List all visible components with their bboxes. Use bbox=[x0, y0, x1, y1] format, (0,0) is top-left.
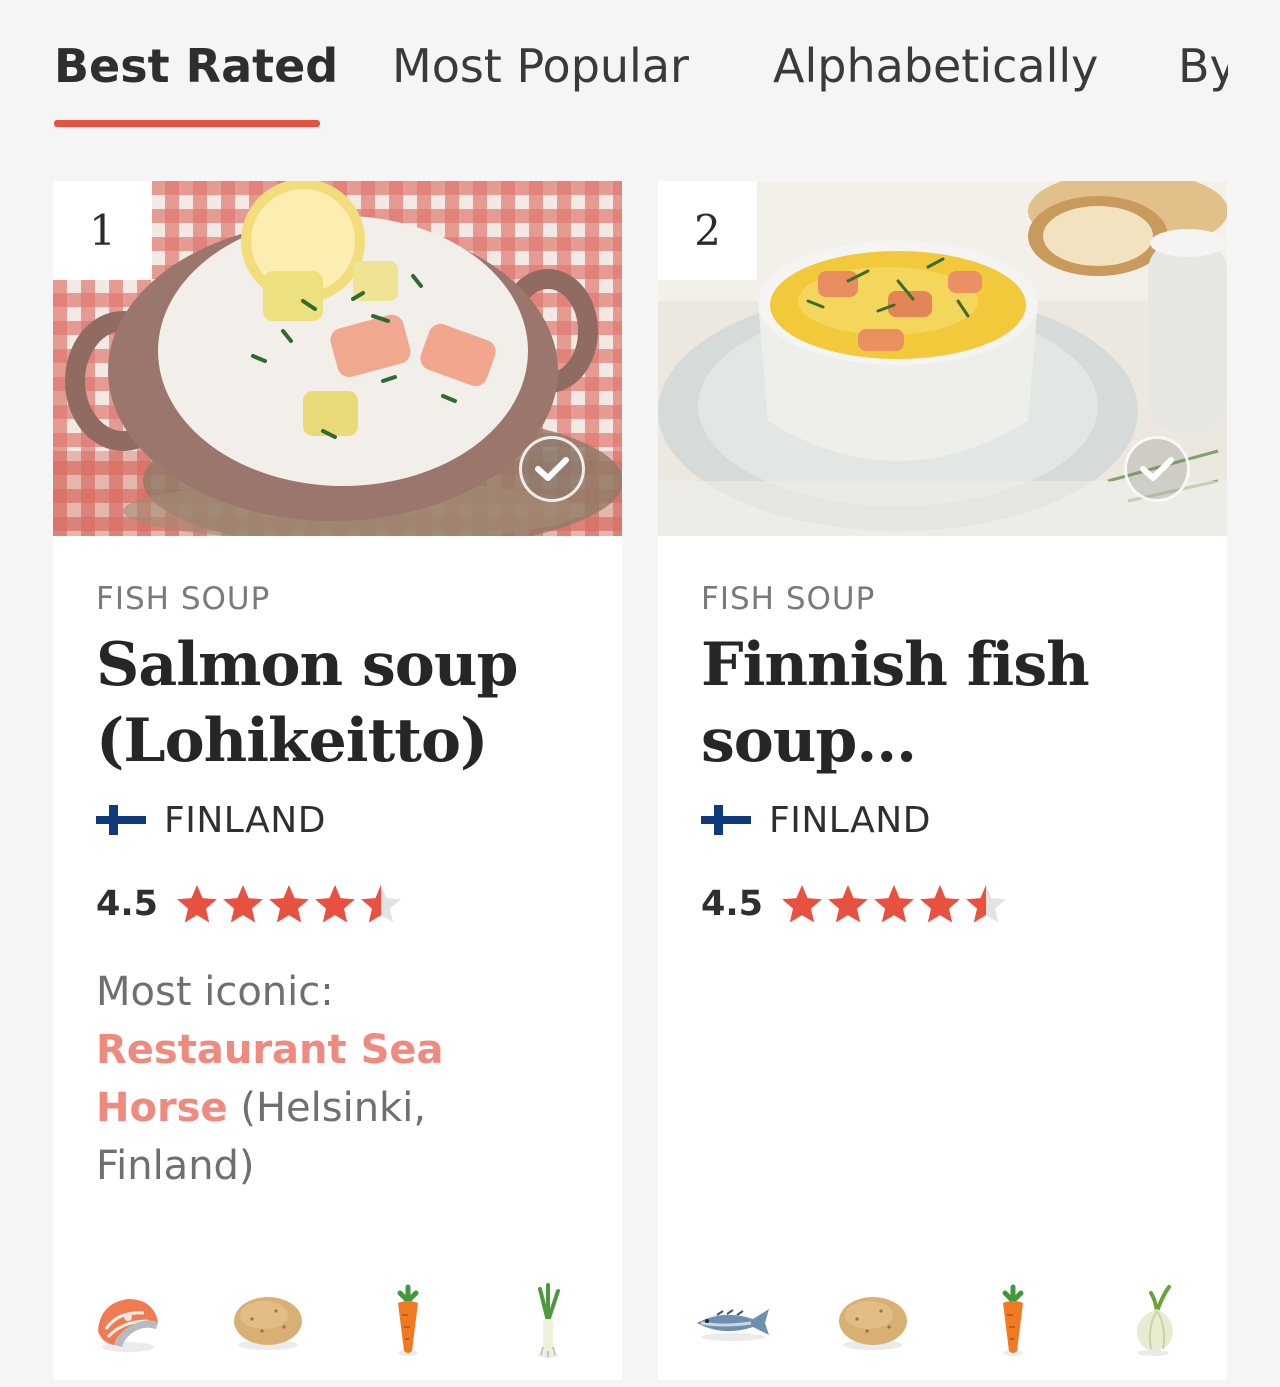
dish-category: FISH SOUP bbox=[701, 581, 876, 617]
half-star-icon bbox=[361, 884, 401, 923]
star-rating bbox=[779, 883, 1009, 925]
onion-icon[interactable] bbox=[1113, 1281, 1193, 1361]
tried-check-button[interactable] bbox=[519, 436, 585, 502]
ingredient-list bbox=[693, 1281, 1193, 1361]
tab-alphabetically[interactable]: Alphabetically bbox=[773, 36, 1098, 96]
star-icon bbox=[874, 884, 914, 923]
star-icon bbox=[269, 884, 309, 923]
dish-photo[interactable]: 1 bbox=[53, 181, 622, 536]
tab-most-popular[interactable]: Most Popular bbox=[392, 36, 689, 96]
country-label: FINLAND bbox=[769, 799, 931, 841]
country-label: FINLAND bbox=[164, 799, 326, 841]
finland-flag-icon bbox=[701, 805, 751, 835]
dish-origin[interactable]: FINLAND bbox=[701, 798, 931, 842]
checkmark-icon bbox=[535, 457, 569, 481]
star-icon bbox=[782, 884, 822, 923]
active-tab-indicator bbox=[54, 120, 320, 127]
checkmark-icon bbox=[1140, 457, 1174, 481]
dish-category: FISH SOUP bbox=[96, 581, 271, 617]
leek-icon[interactable] bbox=[508, 1281, 588, 1361]
rating-value: 4.5 bbox=[96, 884, 159, 924]
star-icon bbox=[828, 884, 868, 923]
star-rating bbox=[174, 883, 404, 925]
potato-icon[interactable] bbox=[833, 1281, 913, 1361]
rating-value: 4.5 bbox=[701, 884, 764, 924]
dish-rating: 4.5 bbox=[96, 881, 404, 927]
star-icon bbox=[920, 884, 960, 923]
dish-rating: 4.5 bbox=[701, 881, 1009, 927]
star-icon bbox=[223, 884, 263, 923]
carrot-icon[interactable] bbox=[973, 1281, 1053, 1361]
dish-photo[interactable]: 2 bbox=[658, 181, 1227, 536]
dish-card[interactable]: 2 FISH SOUP Finnish fish soup... FINLAND… bbox=[658, 181, 1227, 1380]
dish-origin[interactable]: FINLAND bbox=[96, 798, 326, 842]
potato-icon[interactable] bbox=[228, 1281, 308, 1361]
dish-title[interactable]: Salmon soup (Lohikeitto) bbox=[96, 627, 596, 779]
most-iconic-label: Most iconic: bbox=[96, 969, 334, 1015]
rank-badge: 1 bbox=[53, 181, 152, 280]
tab-by[interactable]: By bbox=[1178, 36, 1228, 96]
star-icon bbox=[177, 884, 217, 923]
dish-card[interactable]: 1 FISH SOUP Salmon soup (Lohikeitto) FIN… bbox=[53, 181, 622, 1380]
star-icon bbox=[315, 884, 355, 923]
finland-flag-icon bbox=[96, 805, 146, 835]
fish-icon[interactable] bbox=[693, 1281, 773, 1361]
salmon-icon[interactable] bbox=[88, 1281, 168, 1361]
ingredient-list bbox=[88, 1281, 588, 1361]
rank-badge: 2 bbox=[658, 181, 757, 280]
tried-check-button[interactable] bbox=[1124, 436, 1190, 502]
dish-title[interactable]: Finnish fish soup... bbox=[701, 627, 1201, 779]
tab-best-rated[interactable]: Best Rated bbox=[54, 36, 338, 96]
carrot-icon[interactable] bbox=[368, 1281, 448, 1361]
sort-tabs: Best Rated Most Popular Alphabetically B… bbox=[0, 0, 1228, 130]
most-iconic-info: Most iconic: Restaurant Sea Horse (Helsi… bbox=[96, 963, 536, 1195]
half-star-icon bbox=[966, 884, 1006, 923]
